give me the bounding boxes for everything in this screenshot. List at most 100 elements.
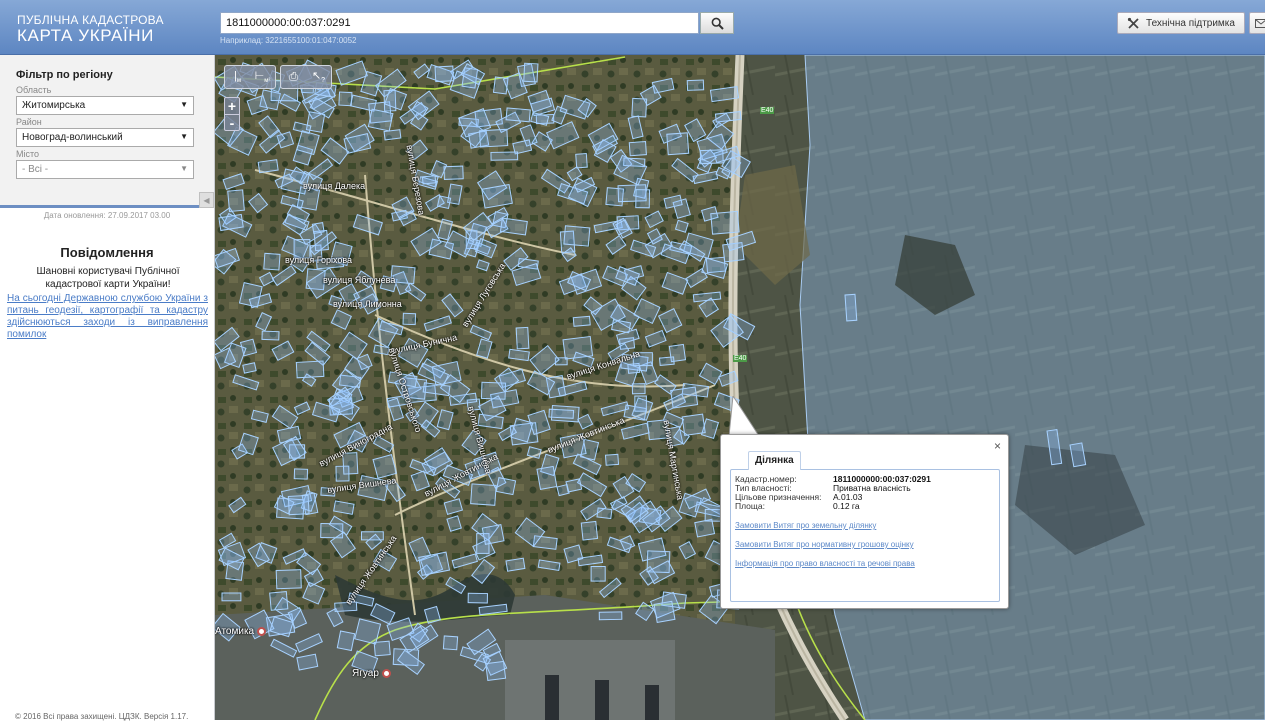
land-parcel[interactable] xyxy=(591,567,605,582)
notice-link[interactable]: На сьогодні Державною службою України з … xyxy=(7,293,208,341)
land-parcel[interactable] xyxy=(471,484,497,505)
chevron-down-icon: ▼ xyxy=(180,164,188,173)
land-parcel[interactable] xyxy=(435,66,454,82)
misto-select[interactable]: - Всі -▼ xyxy=(16,160,194,179)
mail-button[interactable] xyxy=(1249,12,1265,34)
land-parcel[interactable] xyxy=(296,361,324,378)
land-parcel[interactable] xyxy=(222,593,241,601)
land-parcel[interactable] xyxy=(355,619,381,644)
land-parcel[interactable] xyxy=(605,454,618,465)
land-parcel[interactable] xyxy=(576,154,588,168)
ownership-info-link[interactable]: Інформація про право власності та речові… xyxy=(735,559,995,568)
land-parcel[interactable] xyxy=(276,570,301,589)
info-key: Площа: xyxy=(735,502,833,511)
land-parcel[interactable] xyxy=(516,327,529,348)
search-input[interactable] xyxy=(220,12,699,34)
land-parcel[interactable] xyxy=(403,313,416,324)
land-parcel[interactable] xyxy=(636,190,650,208)
chevron-down-icon: ▼ xyxy=(180,100,188,109)
land-parcel[interactable] xyxy=(660,357,675,366)
update-date: Дата оновлення: 27.09.2017 03.00 xyxy=(0,211,214,220)
map-view[interactable]: E40 E40 вулиця Далека вулиця Горіхова ву… xyxy=(215,55,1265,720)
measure-length-button[interactable]: |м xyxy=(225,66,250,88)
zoom-out-button[interactable]: - xyxy=(225,114,239,130)
land-parcel[interactable] xyxy=(682,414,705,435)
land-parcel[interactable] xyxy=(599,612,622,620)
land-parcel[interactable] xyxy=(482,185,513,209)
land-parcel[interactable] xyxy=(480,129,508,147)
land-parcel[interactable] xyxy=(687,80,703,90)
land-parcel[interactable] xyxy=(444,166,463,179)
tools-icon xyxy=(1127,17,1140,30)
land-parcel[interactable] xyxy=(700,150,723,164)
land-parcel[interactable] xyxy=(264,253,280,270)
oblast-label: Область xyxy=(16,85,214,95)
land-parcel[interactable] xyxy=(228,190,245,212)
site-logo[interactable]: ПУБЛІЧНА КАДАСТРОВА КАРТА УКРАЇНИ xyxy=(17,14,164,45)
land-parcel[interactable] xyxy=(635,396,647,411)
parcel-popup: × Ділянка Кадастр.номер:1811000000:00:03… xyxy=(720,434,1009,609)
land-parcel[interactable] xyxy=(564,226,590,246)
land-parcel[interactable] xyxy=(270,592,288,611)
land-parcel[interactable] xyxy=(294,469,307,479)
collapse-panel-button[interactable]: ◀ xyxy=(199,192,214,208)
order-extract-link[interactable]: Замовити Витяг про земельну ділянку xyxy=(735,521,995,530)
land-parcel[interactable] xyxy=(438,196,451,209)
land-parcel[interactable] xyxy=(695,519,715,537)
land-parcel[interactable] xyxy=(496,478,515,495)
land-parcel[interactable] xyxy=(705,509,721,521)
land-parcel[interactable] xyxy=(671,387,698,408)
land-parcel[interactable] xyxy=(500,218,527,235)
oblast-select[interactable]: Житомирська▼ xyxy=(16,96,194,115)
land-parcel[interactable] xyxy=(506,558,525,571)
search-button[interactable] xyxy=(700,12,734,34)
tab-parcel[interactable]: Ділянка xyxy=(748,451,801,470)
land-parcel[interactable] xyxy=(566,479,582,492)
land-parcel[interactable] xyxy=(549,409,574,418)
land-parcel[interactable] xyxy=(443,636,457,650)
land-parcel[interactable] xyxy=(711,211,739,234)
print-button[interactable]: ⎙ xyxy=(281,66,306,88)
support-button[interactable]: Технічна підтримка xyxy=(1117,12,1245,34)
land-parcel[interactable] xyxy=(632,384,645,394)
land-parcel[interactable] xyxy=(468,593,487,603)
land-parcel[interactable] xyxy=(243,363,256,373)
land-parcel[interactable] xyxy=(258,160,278,173)
land-parcel[interactable] xyxy=(482,525,504,545)
land-parcel[interactable] xyxy=(262,331,279,340)
land-parcel[interactable] xyxy=(374,641,390,656)
order-valuation-link[interactable]: Замовити Витяг про нормативну грошову оц… xyxy=(735,540,995,549)
land-parcel[interactable] xyxy=(288,495,309,514)
land-parcel[interactable] xyxy=(654,601,675,622)
land-parcel[interactable] xyxy=(384,130,401,140)
other-tools: ⎙ ↖? xyxy=(280,65,332,89)
land-parcel[interactable] xyxy=(845,294,857,321)
notice-text: Шановні користувачі Публічної кадастрово… xyxy=(10,265,206,291)
land-parcel[interactable] xyxy=(632,98,647,117)
land-parcel[interactable] xyxy=(491,152,518,160)
land-parcel[interactable] xyxy=(422,176,435,184)
zoom-in-button[interactable]: + xyxy=(225,98,239,114)
land-parcel[interactable] xyxy=(368,109,393,131)
identify-button[interactable]: ↖? xyxy=(306,66,331,88)
land-parcel[interactable] xyxy=(629,142,646,156)
land-parcel[interactable] xyxy=(573,316,590,326)
land-parcel[interactable] xyxy=(337,631,354,651)
mail-icon xyxy=(1255,19,1265,28)
land-parcel[interactable] xyxy=(524,63,538,82)
left-panel: Фільтр по регіону Область Житомирська▼ Р… xyxy=(0,55,215,720)
land-parcel[interactable] xyxy=(312,223,324,234)
info-row: Цільове призначення:А.01.03 xyxy=(735,493,995,502)
search-hint: Наприклад: 3221655100:01:047:0052 xyxy=(220,36,699,45)
support-label: Технічна підтримка xyxy=(1146,18,1235,29)
land-parcel[interactable] xyxy=(667,133,689,155)
close-icon[interactable]: × xyxy=(994,439,1001,453)
raion-select[interactable]: Новоград-волинський▼ xyxy=(16,128,194,147)
land-parcel[interactable] xyxy=(506,108,530,122)
land-parcel[interactable] xyxy=(339,92,352,106)
measure-area-icon: ⊢м² xyxy=(255,69,271,84)
measure-area-button[interactable]: ⊢м² xyxy=(250,66,275,88)
land-parcel[interactable] xyxy=(581,521,597,540)
land-parcel[interactable] xyxy=(486,661,506,680)
land-parcel[interactable] xyxy=(537,466,557,489)
